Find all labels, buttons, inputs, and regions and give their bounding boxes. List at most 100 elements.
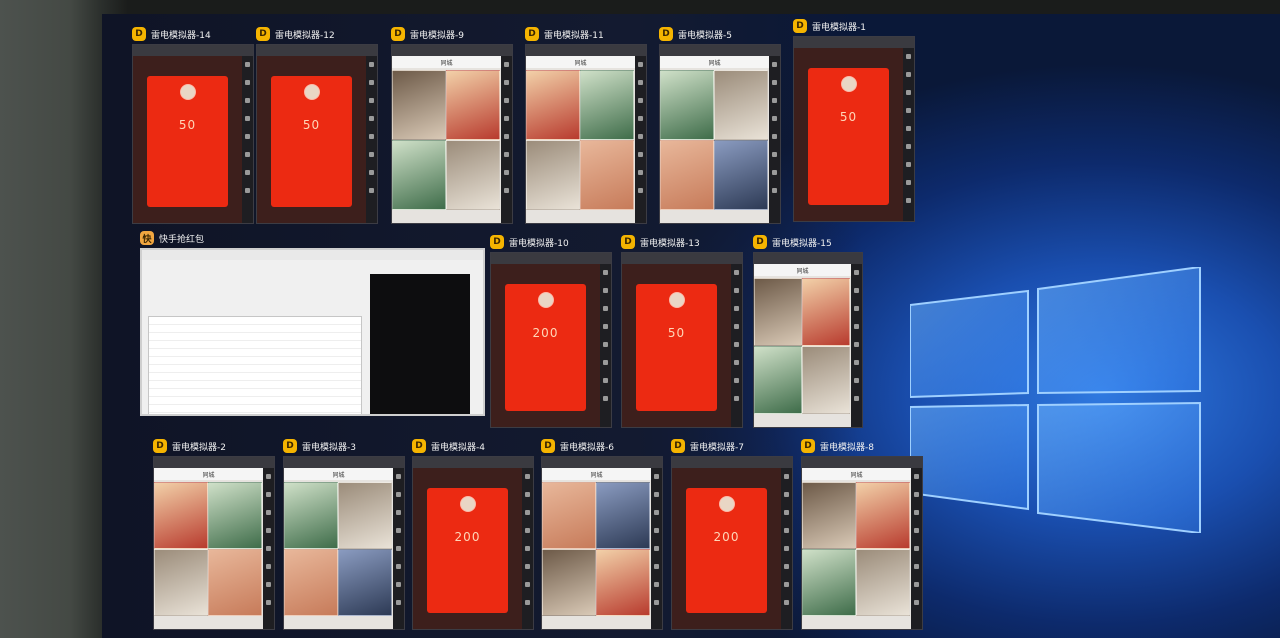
toolbar-button-icon[interactable] <box>772 170 777 175</box>
toolbar-button-icon[interactable] <box>854 288 859 293</box>
toolbar-button-icon[interactable] <box>603 378 608 383</box>
toolbar-button-icon[interactable] <box>266 600 271 605</box>
emulator-window[interactable]: D 雷电模拟器-2 同城 <box>153 436 275 630</box>
video-thumbnail[interactable] <box>660 70 714 140</box>
emulator-phone-screen[interactable]: 同城 <box>541 456 663 630</box>
toolbar-button-icon[interactable] <box>734 324 739 329</box>
toolbar-button-icon[interactable] <box>784 528 789 533</box>
emulator-window[interactable]: D 雷电模拟器-4 200 <box>412 436 534 630</box>
toolbar-button-icon[interactable] <box>784 546 789 551</box>
toolbar-button-icon[interactable] <box>525 546 530 551</box>
toolbar-button-icon[interactable] <box>854 270 859 275</box>
toolbar-button-icon[interactable] <box>504 80 509 85</box>
toolbar-button-icon[interactable] <box>654 492 659 497</box>
video-thumbnail[interactable] <box>580 70 634 140</box>
video-thumbnail[interactable] <box>542 549 596 616</box>
toolbar-button-icon[interactable] <box>654 582 659 587</box>
toolbar-button-icon[interactable] <box>772 80 777 85</box>
toolbar-button-icon[interactable] <box>369 134 374 139</box>
tool-device-table[interactable] <box>148 316 362 414</box>
toolbar-button-icon[interactable] <box>854 342 859 347</box>
toolbar-button-icon[interactable] <box>245 62 250 67</box>
emulator-toolbar[interactable] <box>600 264 611 427</box>
emulator-window[interactable]: D 雷电模拟器-11 同城 <box>525 24 647 224</box>
emulator-title-bar[interactable]: D 雷电模拟器-11 <box>525 24 604 44</box>
emulator-title-bar[interactable]: D 雷电模拟器-6 <box>541 436 614 456</box>
emulator-phone-screen[interactable]: 同城 <box>153 456 275 630</box>
red-packet-card[interactable]: 200 <box>427 488 508 613</box>
toolbar-button-icon[interactable] <box>772 62 777 67</box>
toolbar-button-icon[interactable] <box>784 474 789 479</box>
toolbar-button-icon[interactable] <box>525 564 530 569</box>
toolbar-button-icon[interactable] <box>734 342 739 347</box>
emulator-title-bar[interactable]: D 雷电模拟器-13 <box>621 232 700 252</box>
video-thumbnail[interactable] <box>714 70 768 140</box>
toolbar-button-icon[interactable] <box>504 152 509 157</box>
toolbar-button-icon[interactable] <box>504 170 509 175</box>
emulator-title-bar[interactable]: D 雷电模拟器-1 <box>793 16 866 36</box>
video-thumbnail[interactable] <box>856 482 910 549</box>
toolbar-button-icon[interactable] <box>525 528 530 533</box>
emulator-toolbar[interactable] <box>651 468 662 629</box>
toolbar-button-icon[interactable] <box>638 116 643 121</box>
emulator-phone-screen[interactable]: 同城 <box>659 44 781 224</box>
toolbar-button-icon[interactable] <box>784 510 789 515</box>
toolbar-button-icon[interactable] <box>734 360 739 365</box>
toolbar-button-icon[interactable] <box>914 600 919 605</box>
toolbar-button-icon[interactable] <box>266 528 271 533</box>
video-thumbnail[interactable] <box>154 549 208 616</box>
emulator-phone-screen[interactable]: 50 <box>621 252 743 428</box>
red-packet-card[interactable]: 50 <box>636 284 717 411</box>
feed-tab-bar[interactable]: 同城 <box>542 468 651 480</box>
toolbar-button-icon[interactable] <box>396 510 401 515</box>
emulator-toolbar[interactable] <box>903 48 914 221</box>
toolbar-button-icon[interactable] <box>396 582 401 587</box>
toolbar-button-icon[interactable] <box>396 546 401 551</box>
emulator-window[interactable]: D 雷电模拟器-5 同城 <box>659 24 781 224</box>
video-thumbnail[interactable] <box>802 278 850 346</box>
emulator-toolbar[interactable] <box>769 56 780 223</box>
toolbar-button-icon[interactable] <box>638 188 643 193</box>
toolbar-button-icon[interactable] <box>525 600 530 605</box>
toolbar-button-icon[interactable] <box>266 492 271 497</box>
video-thumbnail[interactable] <box>338 482 392 549</box>
video-thumbnail[interactable] <box>208 482 262 549</box>
red-packet-card[interactable]: 50 <box>808 68 889 205</box>
toolbar-button-icon[interactable] <box>654 600 659 605</box>
toolbar-button-icon[interactable] <box>603 270 608 275</box>
emulator-phone-screen[interactable]: 200 <box>490 252 612 428</box>
toolbar-button-icon[interactable] <box>638 134 643 139</box>
video-thumbnail[interactable] <box>338 549 392 616</box>
emulator-window[interactable]: D 雷电模拟器-13 50 <box>621 232 743 428</box>
tool-window[interactable]: 快 快手抢红包 <box>140 228 485 416</box>
toolbar-button-icon[interactable] <box>638 152 643 157</box>
video-thumbnail[interactable] <box>542 482 596 549</box>
emulator-window[interactable]: D 雷电模拟器-8 同城 <box>801 436 923 630</box>
toolbar-button-icon[interactable] <box>734 378 739 383</box>
emulator-window[interactable]: D 雷电模拟器-9 同城 <box>391 24 513 224</box>
toolbar-button-icon[interactable] <box>245 152 250 157</box>
toolbar-button-icon[interactable] <box>906 162 911 167</box>
emulator-phone-screen[interactable]: 同城 <box>525 44 647 224</box>
toolbar-button-icon[interactable] <box>638 80 643 85</box>
toolbar-button-icon[interactable] <box>396 600 401 605</box>
toolbar-button-icon[interactable] <box>266 546 271 551</box>
toolbar-button-icon[interactable] <box>266 474 271 479</box>
emulator-title-bar[interactable]: D 雷电模拟器-2 <box>153 436 226 456</box>
emulator-window[interactable]: D 雷电模拟器-3 同城 <box>283 436 405 630</box>
toolbar-button-icon[interactable] <box>369 152 374 157</box>
toolbar-button-icon[interactable] <box>914 510 919 515</box>
emulator-phone-screen[interactable]: 同城 <box>753 252 863 428</box>
emulator-phone-screen[interactable]: 50 <box>793 36 915 222</box>
toolbar-button-icon[interactable] <box>396 528 401 533</box>
toolbar-button-icon[interactable] <box>603 396 608 401</box>
emulator-title-bar[interactable]: D 雷电模拟器-8 <box>801 436 874 456</box>
video-thumbnail[interactable] <box>856 549 910 616</box>
emulator-window[interactable]: D 雷电模拟器-6 同城 <box>541 436 663 630</box>
toolbar-button-icon[interactable] <box>369 62 374 67</box>
video-thumbnail[interactable] <box>526 140 580 210</box>
toolbar-button-icon[interactable] <box>245 98 250 103</box>
emulator-toolbar[interactable] <box>635 56 646 223</box>
toolbar-button-icon[interactable] <box>854 306 859 311</box>
emulator-title-bar[interactable]: D 雷电模拟器-10 <box>490 232 569 252</box>
